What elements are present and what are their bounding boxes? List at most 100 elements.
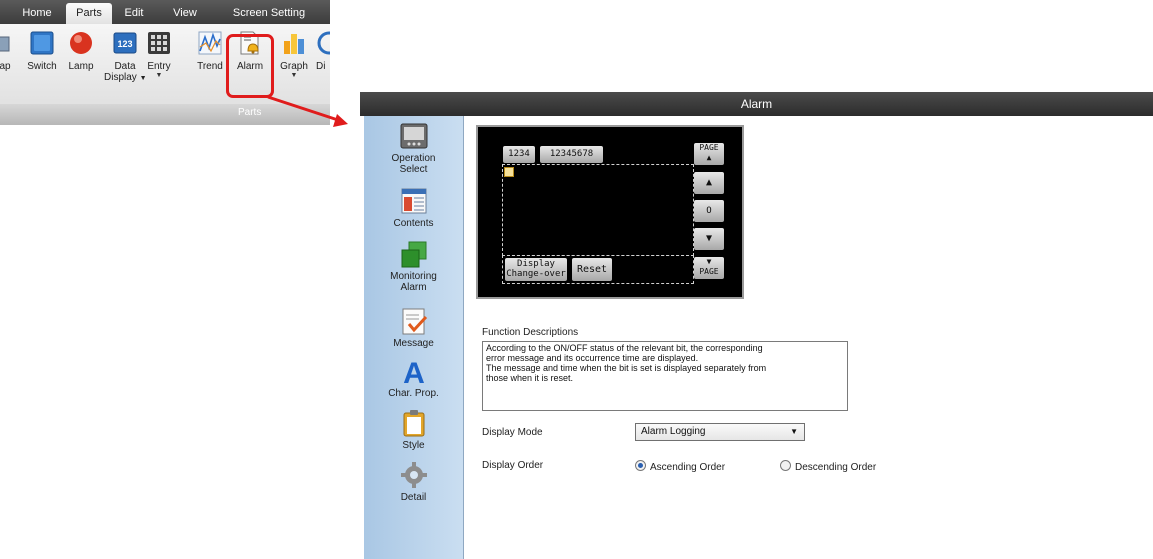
ribbon-button-label-line2: Display ▼ xyxy=(104,72,147,83)
display-btn-line1: Display xyxy=(517,259,555,269)
sidebar-item-label: Style xyxy=(402,440,425,451)
preview-scroll-down-button: ▼ xyxy=(694,228,724,250)
display-mode-value: Alarm Logging xyxy=(641,426,706,437)
radio-label: Descending Order xyxy=(795,462,877,473)
tab-view[interactable]: View xyxy=(164,3,206,24)
monitoring-alarm-icon xyxy=(401,241,426,268)
data-display-icon-text: 123 xyxy=(117,39,132,49)
sidebar-item-char-prop[interactable]: A Char. Prop. xyxy=(364,356,463,399)
sidebar-item-operation-select[interactable]: Operation Select xyxy=(364,121,463,175)
preview-page-down-button: ▼ PAGE xyxy=(694,257,724,279)
ribbon-tab-bar: Home Parts Edit View Screen Setting xyxy=(0,0,330,24)
ribbon-button-label: ap xyxy=(0,61,11,72)
alarm-highlight-box xyxy=(226,34,274,98)
alarm-dialog: Alarm Operation Select Contents Monitori… xyxy=(360,92,1153,559)
preview-display-changeover-button: Display Change-over xyxy=(505,258,567,281)
dialog-content: 1234 12345678 PAGE ▲ ▲ O ▼ ▼ PAGE Display C… xyxy=(463,116,1153,559)
trend-icon xyxy=(198,31,222,55)
lamp-icon xyxy=(70,32,92,54)
dialog-sidebar: Operation Select Contents Monitoring Ala… xyxy=(364,116,464,559)
ribbon-button-label: Graph xyxy=(280,61,308,72)
message-icon xyxy=(402,308,427,335)
preview-center-button: O xyxy=(694,200,724,222)
sidebar-item-label: Select xyxy=(399,164,428,175)
tab-edit[interactable]: Edit xyxy=(114,3,154,24)
ribbon-button-label: Switch xyxy=(27,61,57,72)
preview-scroll-up-button: ▲ xyxy=(694,172,724,194)
gear-icon xyxy=(400,462,427,488)
dialog-title: Alarm xyxy=(360,92,1153,116)
ribbon-body: ap Switch Lamp 123 Data Display ▼ Entry … xyxy=(0,24,330,125)
page-up-icon: ▲ xyxy=(706,153,712,162)
svg-text:A: A xyxy=(403,357,425,386)
function-descriptions-label: Function Descriptions xyxy=(482,327,579,338)
sidebar-item-label: Contents xyxy=(393,218,434,229)
sidebar-item-label: Message xyxy=(393,338,434,349)
tab-home[interactable]: Home xyxy=(15,3,59,24)
preview-tab-1234: 1234 xyxy=(503,146,535,163)
description-line: those when it is reset. xyxy=(486,373,574,383)
ribbon-button-lamp[interactable]: Lamp xyxy=(64,29,98,72)
ribbon-button-label: Lamp xyxy=(68,61,94,72)
ribbon: Home Parts Edit View Screen Setting ap S… xyxy=(0,0,330,125)
ribbon-button-label: Trend xyxy=(197,61,223,72)
preview-reset-button: Reset xyxy=(572,258,612,281)
tab-screen-setting[interactable]: Screen Setting xyxy=(221,3,317,24)
char-prop-icon: A xyxy=(403,357,425,386)
ribbon-button-partial-right[interactable]: Di xyxy=(312,29,330,72)
triangle-up-icon: ▲ xyxy=(705,177,713,188)
sidebar-item-message[interactable]: Message xyxy=(364,306,463,349)
sidebar-item-label: Operation xyxy=(391,153,436,164)
graph-icon xyxy=(284,34,304,54)
ribbon-button-label: Entry xyxy=(147,61,171,72)
switch-icon xyxy=(30,31,54,55)
function-descriptions-box[interactable]: According to the ON/OFF status of the re… xyxy=(482,341,848,411)
operation-select-icon xyxy=(400,123,427,149)
data-display-icon: 123 xyxy=(113,32,137,54)
description-line: According to the ON/OFF status of the re… xyxy=(486,343,763,353)
page-down-label: PAGE xyxy=(699,267,719,276)
page-down-icon: ▼ xyxy=(706,257,712,266)
ribbon-group-label: Parts xyxy=(238,107,262,118)
description-line: The message and time when the bit is set… xyxy=(486,363,767,373)
chevron-down-icon: ▼ xyxy=(290,72,298,79)
preview-page-up-button: PAGE ▲ xyxy=(694,143,724,165)
sidebar-item-label: Char. Prop. xyxy=(388,388,439,399)
sidebar-item-label: Monitoring xyxy=(390,271,437,282)
page-up-label: PAGE xyxy=(699,143,719,152)
display-mode-select[interactable]: Alarm Logging ▼ xyxy=(635,423,805,441)
sidebar-item-style[interactable]: Style xyxy=(364,408,463,451)
ribbon-button-trend[interactable]: Trend xyxy=(193,29,227,72)
ribbon-button-label: Di xyxy=(316,61,326,72)
ribbon-button-entry[interactable]: Entry ▼ xyxy=(143,29,175,79)
chevron-down-icon: ▼ xyxy=(155,72,163,79)
ribbon-button-label: Data xyxy=(114,61,136,72)
alarm-preview: 1234 12345678 PAGE ▲ ▲ O ▼ ▼ PAGE Display C… xyxy=(476,125,744,299)
radio-ascending-order[interactable]: Ascending Order xyxy=(635,460,725,473)
ribbon-button-partial-left[interactable]: ap xyxy=(0,29,18,72)
ribbon-button-switch[interactable]: Switch xyxy=(22,29,62,72)
preview-tab-12345678: 12345678 xyxy=(540,146,603,163)
sidebar-item-contents[interactable]: Contents xyxy=(364,186,463,229)
radio-selected-icon xyxy=(635,460,646,471)
description-line: error message and its occurrence time ar… xyxy=(486,353,699,363)
display-mode-label: Display Mode xyxy=(482,427,543,438)
ribbon-button-data-display[interactable]: 123 Data Display ▼ xyxy=(104,29,147,84)
triangle-down-icon: ▼ xyxy=(705,233,713,244)
alarm-icon xyxy=(504,167,514,177)
sidebar-item-monitoring-alarm[interactable]: Monitoring Alarm xyxy=(364,239,463,293)
radio-descending-order[interactable]: Descending Order xyxy=(780,460,876,473)
contents-icon xyxy=(401,188,426,214)
display-order-label: Display Order xyxy=(482,460,544,471)
radio-unselected-icon xyxy=(780,460,791,471)
chevron-down-icon: ▼ xyxy=(790,427,798,436)
partial-icon xyxy=(0,36,10,52)
partial-icon xyxy=(317,31,330,55)
display-btn-line2: Change-over xyxy=(506,269,566,279)
sidebar-item-detail[interactable]: Detail xyxy=(364,460,463,503)
radio-label: Ascending Order xyxy=(650,462,726,473)
preview-list-area xyxy=(502,164,694,256)
ribbon-button-graph[interactable]: Graph ▼ xyxy=(276,29,312,79)
tab-parts[interactable]: Parts xyxy=(66,3,112,24)
sidebar-item-label: Detail xyxy=(400,492,427,503)
